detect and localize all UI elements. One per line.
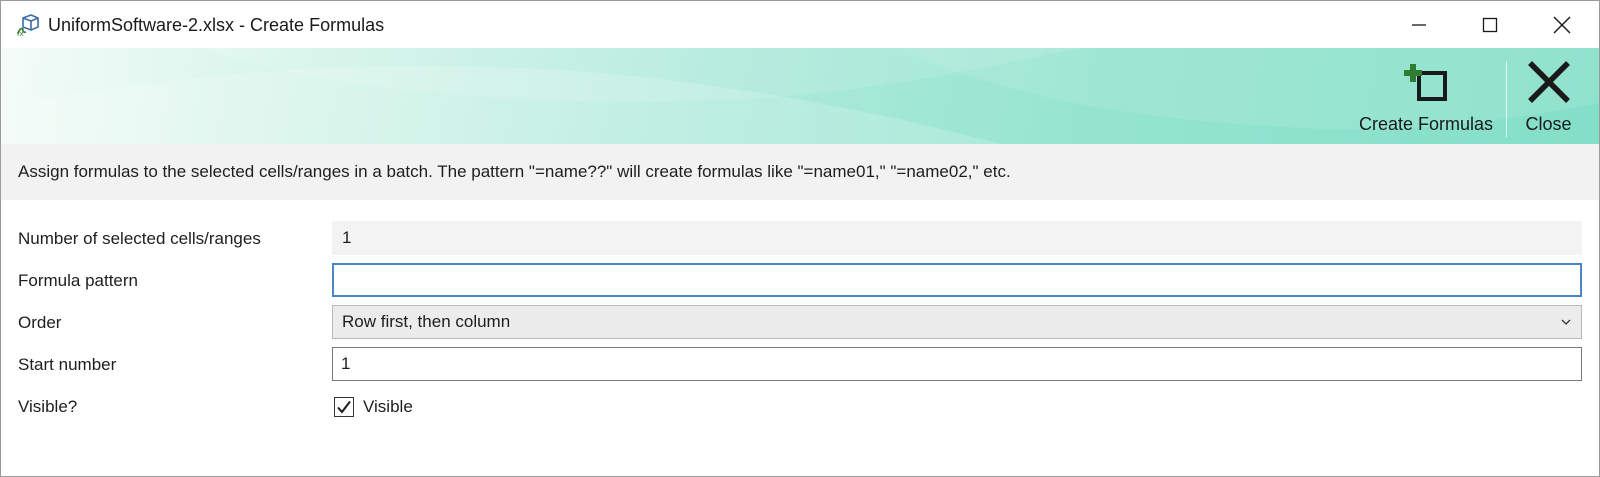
start-number-input[interactable]: [332, 347, 1582, 381]
chevron-down-icon: [1561, 319, 1571, 325]
title-bar[interactable]: fx UniformSoftware-2.xlsx - Create Formu…: [1, 1, 1599, 48]
order-label: Order: [18, 313, 62, 332]
selected-count-value: 1: [342, 228, 352, 247]
create-formulas-label: Create Formulas: [1358, 114, 1494, 134]
checkmark-icon: [337, 400, 351, 414]
description-band: Assign formulas to the selected cells/ra…: [1, 144, 1599, 200]
maximize-button[interactable]: [1455, 1, 1525, 48]
start-number-label: Start number: [18, 355, 117, 374]
selected-count-label: Number of selected cells/ranges: [18, 229, 261, 248]
close-x-icon: [1527, 61, 1570, 103]
maximize-icon: [1482, 17, 1498, 32]
order-select[interactable]: Row first, then column: [332, 305, 1582, 339]
formula-pattern-input[interactable]: [332, 263, 1582, 297]
create-formulas-icon: [1404, 64, 1447, 101]
window-title: UniformSoftware-2.xlsx - Create Formulas: [48, 15, 385, 35]
svg-text:fx: fx: [17, 30, 24, 37]
selected-count-field: 1: [332, 221, 1582, 255]
description-text: Assign formulas to the selected cells/ra…: [18, 162, 1011, 181]
formula-pattern-label: Formula pattern: [18, 271, 138, 290]
close-button[interactable]: Close: [1511, 56, 1586, 140]
order-selected-value: Row first, then column: [342, 312, 511, 331]
box-formula-icon: fx: [17, 14, 39, 37]
visible-checkbox[interactable]: [334, 397, 354, 417]
close-icon: [1553, 16, 1571, 33]
ribbon-toolbar: Create Formulas Close: [1, 48, 1599, 144]
ribbon-separator: [1506, 61, 1507, 137]
close-window-button[interactable]: [1527, 1, 1597, 48]
create-formulas-button[interactable]: Create Formulas: [1351, 56, 1501, 140]
minimize-icon: [1412, 23, 1426, 26]
visible-label: Visible?: [18, 397, 78, 416]
close-label: Close: [1525, 114, 1572, 134]
create-formulas-window: fx UniformSoftware-2.xlsx - Create Formu…: [0, 0, 1600, 477]
visible-checkbox-label[interactable]: Visible: [363, 396, 413, 418]
minimize-button[interactable]: [1384, 1, 1454, 48]
